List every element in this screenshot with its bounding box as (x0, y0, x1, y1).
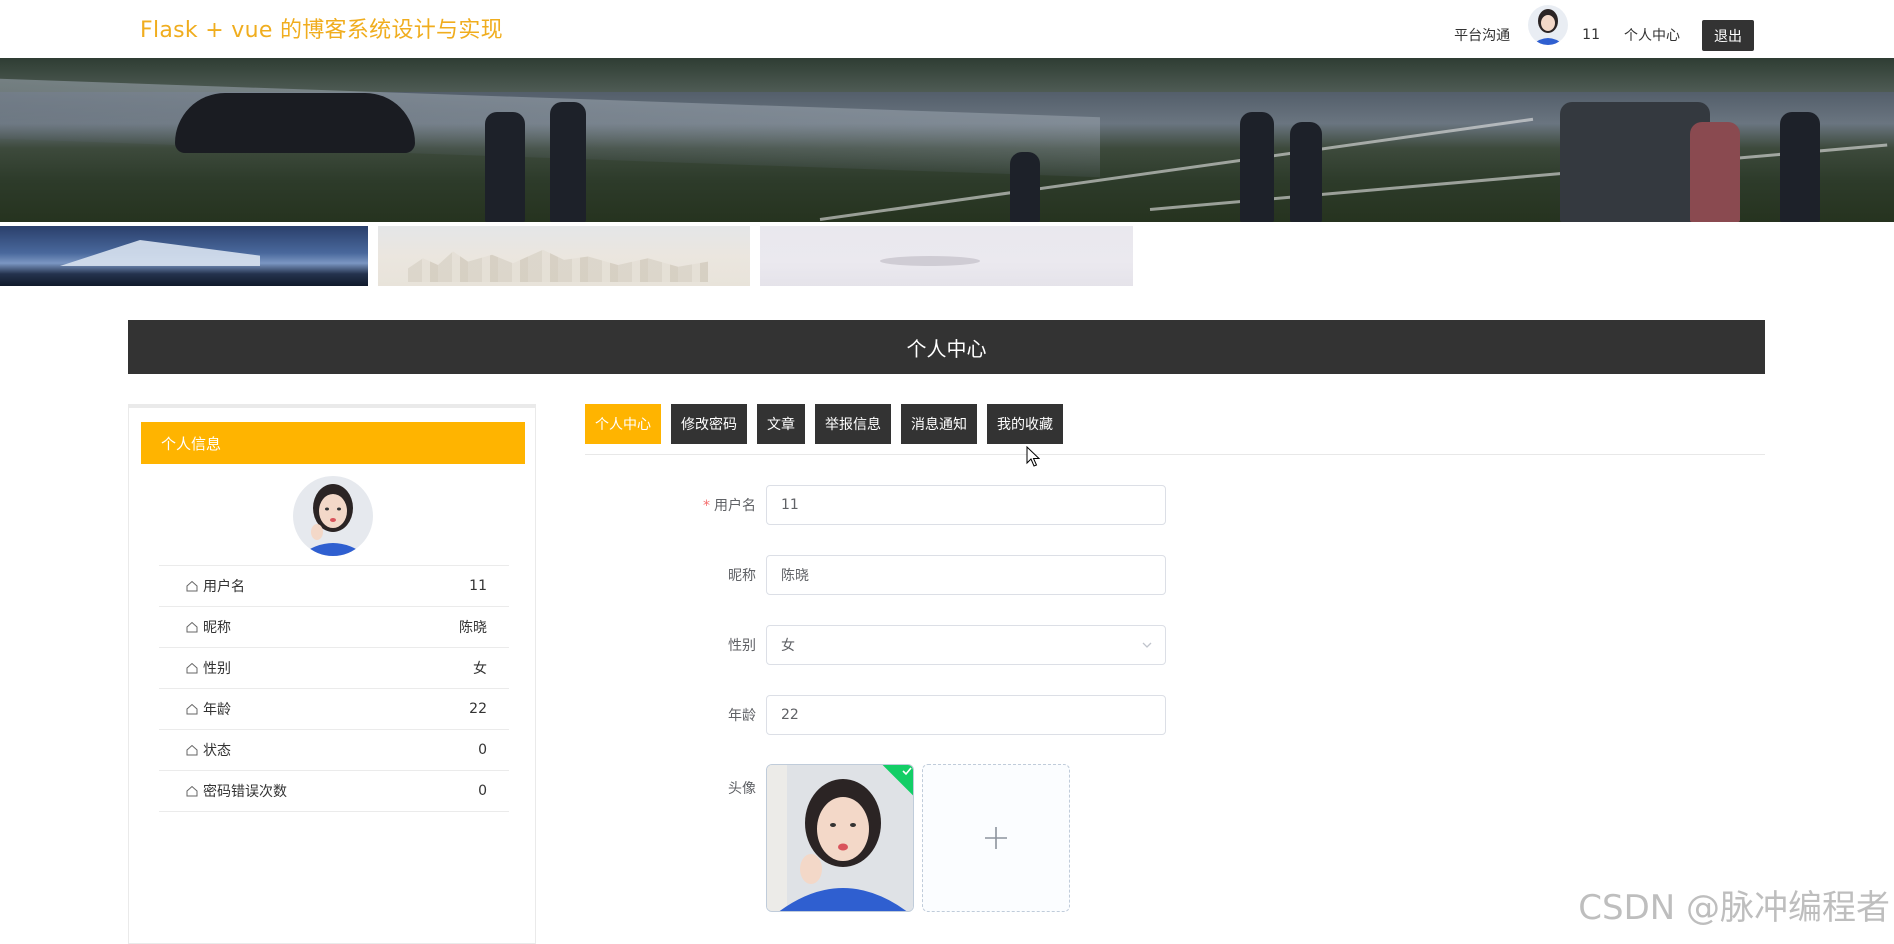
hero-banner (0, 58, 1894, 222)
banner-person (1010, 152, 1040, 222)
tab-favorites[interactable]: 我的收藏 (987, 404, 1063, 444)
form-row-avatar: 头像 (660, 764, 1070, 912)
tab-change-password[interactable]: 修改密码 (671, 404, 747, 444)
info-row-gender: 性别 女 (159, 648, 509, 689)
top-nav: 平台沟通 11 个人中心 退出 (1430, 5, 1754, 54)
tab-reports[interactable]: 举报信息 (815, 404, 891, 444)
banner-person (1780, 112, 1820, 222)
nav-username[interactable]: 11 (1582, 27, 1600, 43)
banner-person (1240, 112, 1274, 222)
profile-info-list: 用户名 11 昵称 陈晓 性别 女 年龄 22 状态 0 密码错误次数 0 (159, 565, 509, 812)
tab-articles[interactable]: 文章 (757, 404, 805, 444)
check-icon (902, 767, 912, 776)
banner-thumbnails (0, 226, 1894, 286)
age-label: 年龄 (728, 708, 756, 724)
tabs-divider (585, 454, 1765, 455)
info-value: 22 (469, 701, 487, 717)
info-row-password-errors: 密码错误次数 0 (159, 771, 509, 812)
info-row-nickname: 昵称 陈晓 (159, 607, 509, 648)
top-bar: Flask + vue 的博客系统设计与实现 平台沟通 11 个人中心 退出 (0, 0, 1894, 58)
form-row-age: 年龄 22 (660, 695, 1166, 735)
form-row-nickname: 昵称 陈晓 (660, 555, 1166, 595)
info-row-status: 状态 0 (159, 730, 509, 771)
info-value: 陈晓 (459, 620, 487, 636)
nav-profile-link[interactable]: 个人中心 (1624, 25, 1680, 45)
gender-label: 性别 (728, 638, 756, 654)
banner-person (550, 102, 586, 222)
info-label: 密码错误次数 (203, 784, 287, 800)
banner-thumbnail[interactable] (378, 226, 750, 286)
nav-chat-link[interactable]: 平台沟通 (1454, 25, 1510, 45)
form-row-username: * 用户名 11 (660, 485, 1166, 525)
nickname-label: 昵称 (728, 568, 756, 584)
gender-select-value: 女 (781, 638, 795, 654)
username-label: 用户名 (714, 498, 756, 514)
info-label: 昵称 (203, 620, 231, 636)
profile-tabs: 个人中心 修改密码 文章 举报信息 消息通知 我的收藏 (585, 404, 1063, 444)
info-label: 用户名 (203, 579, 245, 595)
info-value: 0 (478, 742, 487, 758)
avatar-label: 头像 (728, 781, 756, 797)
uploaded-avatar[interactable] (766, 764, 914, 912)
profile-avatar (293, 476, 373, 556)
avatar-image (293, 476, 373, 556)
required-mark: * (703, 498, 710, 514)
chevron-down-icon (1142, 642, 1152, 648)
tab-notifications[interactable]: 消息通知 (901, 404, 977, 444)
gender-select[interactable]: 女 (766, 625, 1166, 665)
banner-treeline (0, 58, 1894, 92)
age-field[interactable]: 22 (766, 695, 1166, 735)
tab-profile[interactable]: 个人中心 (585, 404, 661, 444)
plus-icon (985, 827, 1007, 849)
info-value: 0 (478, 783, 487, 799)
avatar-image (767, 765, 913, 911)
info-row-username: 用户名 11 (159, 566, 509, 607)
banner-person (485, 112, 525, 222)
profile-info-title: 个人信息 (141, 422, 525, 464)
home-icon (186, 662, 198, 674)
upload-add-button[interactable] (922, 764, 1070, 912)
banner-person (1560, 102, 1710, 222)
nav-avatar[interactable] (1528, 5, 1569, 45)
info-row-age: 年龄 22 (159, 689, 509, 730)
info-label: 性别 (203, 661, 231, 677)
logout-button[interactable]: 退出 (1702, 19, 1754, 51)
home-icon (186, 580, 198, 592)
home-icon (186, 744, 198, 756)
profile-info-panel: 个人信息 用户名 11 昵称 陈晓 性别 女 年龄 22 状态 0 密码错误次数… (128, 404, 536, 944)
home-icon (186, 703, 198, 715)
info-value: 11 (469, 578, 487, 594)
home-icon (186, 621, 198, 633)
username-field[interactable]: 11 (766, 485, 1166, 525)
section-title: 个人中心 (906, 336, 987, 361)
home-icon (186, 785, 198, 797)
nickname-field[interactable]: 陈晓 (766, 555, 1166, 595)
form-row-gender: 性别 女 (660, 625, 1166, 665)
info-label: 状态 (203, 743, 231, 759)
banner-person (1690, 122, 1740, 222)
banner-thumbnail[interactable] (0, 226, 368, 286)
avatar-image (1528, 5, 1569, 45)
banner-person (1290, 122, 1322, 222)
mouse-cursor-icon (1026, 446, 1040, 467)
info-label: 年龄 (203, 702, 231, 718)
banner-thumbnail[interactable] (760, 226, 1133, 286)
info-value: 女 (473, 661, 487, 677)
site-title[interactable]: Flask + vue 的博客系统设计与实现 (140, 12, 503, 44)
section-header: 个人中心 (128, 320, 1765, 374)
watermark: CSDN @脉冲编程者 (1578, 888, 1890, 928)
banner-car (175, 93, 415, 153)
